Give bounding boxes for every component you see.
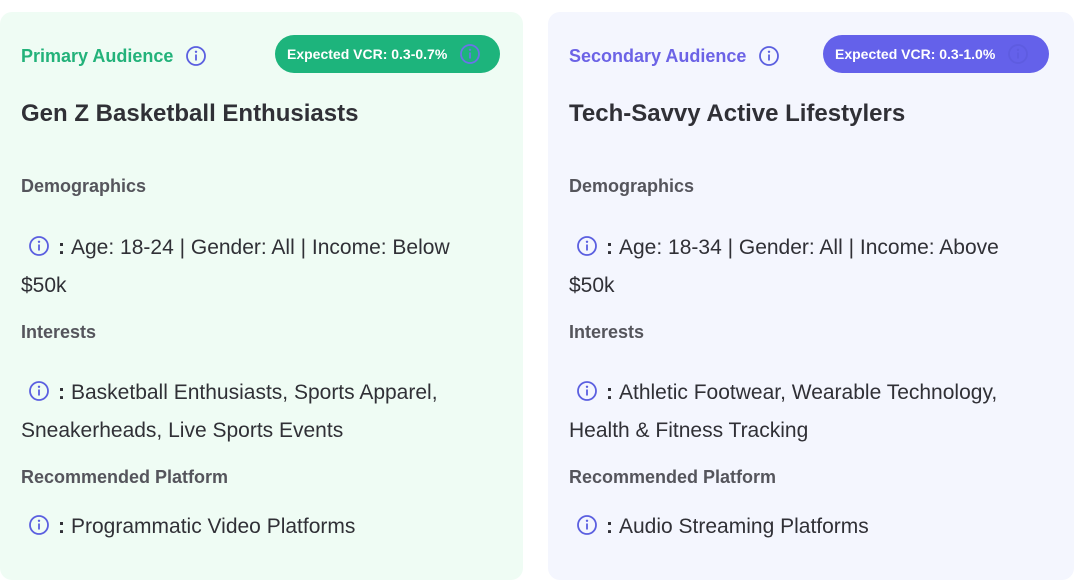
platform-text: Programmatic Video Platforms — [71, 515, 356, 538]
platform-detail: : Audio Streaming Platforms — [569, 508, 1039, 546]
colon: : — [606, 381, 613, 404]
interests-label: Interests — [569, 322, 645, 342]
interests-text: Basketball Enthusiasts, Sports Apparel, … — [21, 381, 438, 442]
interests-detail: : Basketball Enthusiasts, Sports Apparel,… — [21, 374, 491, 450]
interests-detail: : Athletic Footwear, Wearable Technology,… — [569, 374, 1039, 450]
vcr-badge: Expected VCR: 0.3-1.0% — [823, 35, 1049, 73]
demographics-detail: : Age: 18-34 | Gender: All | Income: Abov… — [569, 229, 1039, 305]
audience-label-row: Primary Audience — [21, 45, 207, 67]
platform-label: Recommended Platform — [569, 467, 777, 487]
info-icon[interactable] — [28, 514, 50, 536]
info-icon[interactable] — [459, 43, 481, 65]
info-icon[interactable] — [185, 45, 207, 67]
vcr-text: Expected VCR: 0.3-0.7% — [287, 46, 448, 62]
secondary-audience-card: Secondary Audience Expected VCR: 0.3-1.0… — [548, 12, 1074, 580]
info-icon[interactable] — [1007, 43, 1029, 65]
colon: : — [58, 515, 65, 538]
vcr-text: Expected VCR: 0.3-1.0% — [835, 46, 996, 62]
vcr-badge: Expected VCR: 0.3-0.7% — [275, 35, 500, 73]
audience-label: Secondary Audience — [569, 45, 747, 66]
info-icon[interactable] — [758, 45, 780, 67]
colon: : — [606, 236, 613, 259]
demographics-text: Age: 18-24 | Gender: All | Income: Below… — [21, 236, 450, 297]
audience-label-row: Secondary Audience — [569, 45, 780, 67]
demographics-text: Age: 18-34 | Gender: All | Income: Above… — [569, 236, 999, 297]
colon: : — [606, 515, 613, 538]
audience-label: Primary Audience — [21, 45, 174, 66]
audience-title: Gen Z Basketball Enthusiasts — [21, 100, 359, 127]
interests-label: Interests — [21, 322, 97, 342]
platform-detail: : Programmatic Video Platforms — [21, 508, 491, 546]
info-icon[interactable] — [576, 514, 598, 536]
platform-label: Recommended Platform — [21, 467, 229, 487]
info-icon[interactable] — [576, 380, 598, 402]
demographics-label: Demographics — [569, 176, 695, 196]
colon: : — [58, 381, 65, 404]
primary-audience-card: Primary Audience Expected VCR: 0.3-0.7% … — [0, 12, 523, 580]
info-icon[interactable] — [576, 235, 598, 257]
info-icon[interactable] — [28, 380, 50, 402]
colon: : — [58, 236, 65, 259]
info-icon[interactable] — [28, 235, 50, 257]
audience-cards: Primary Audience Expected VCR: 0.3-0.7% … — [0, 0, 1078, 586]
demographics-label: Demographics — [21, 176, 147, 196]
audience-title: Tech-Savvy Active Lifestylers — [569, 100, 906, 127]
platform-text: Audio Streaming Platforms — [619, 515, 869, 538]
interests-text: Athletic Footwear, Wearable Technology, … — [569, 381, 998, 442]
demographics-detail: : Age: 18-24 | Gender: All | Income: Belo… — [21, 229, 491, 305]
